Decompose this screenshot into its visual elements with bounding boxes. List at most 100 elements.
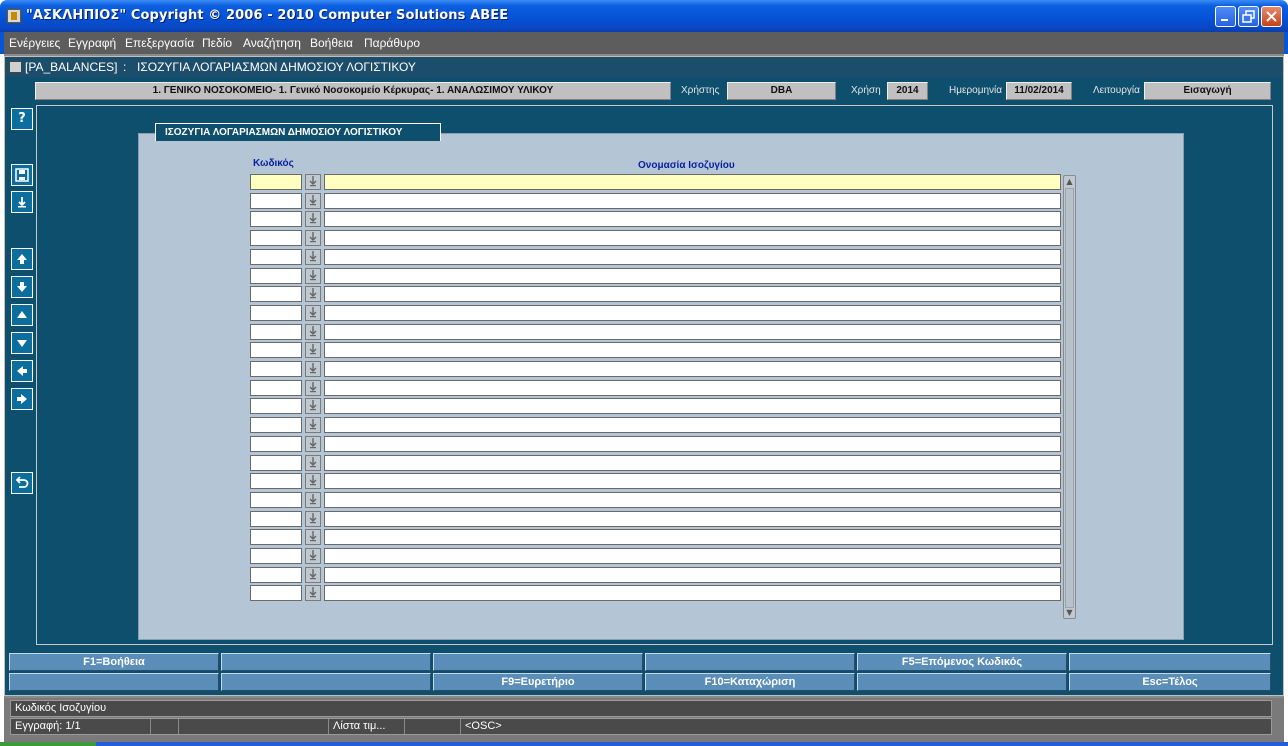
list-of-values-icon[interactable] bbox=[305, 417, 321, 433]
balance-name-input[interactable] bbox=[324, 455, 1061, 471]
code-input[interactable] bbox=[250, 211, 302, 227]
code-input[interactable] bbox=[250, 193, 302, 209]
list-of-values-icon[interactable] bbox=[305, 193, 321, 209]
list-of-values-icon[interactable] bbox=[305, 380, 321, 396]
menu-record[interactable]: Εγγραφή bbox=[68, 36, 116, 50]
code-input[interactable] bbox=[250, 529, 302, 545]
title-bar[interactable]: "ΑΣΚΛΗΠΙΟΣ" Copyright © 2006 - 2010 Comp… bbox=[0, 0, 1288, 32]
balance-name-input[interactable] bbox=[324, 380, 1061, 396]
list-of-values-icon[interactable] bbox=[305, 529, 321, 545]
code-input[interactable] bbox=[250, 342, 302, 358]
balance-name-input[interactable] bbox=[324, 417, 1061, 433]
list-of-values-icon[interactable] bbox=[305, 268, 321, 284]
balance-name-input[interactable] bbox=[324, 249, 1061, 265]
menu-help[interactable]: Βοήθεια bbox=[310, 36, 353, 50]
minimize-button[interactable] bbox=[1215, 6, 1236, 27]
list-of-values-icon[interactable] bbox=[305, 174, 321, 190]
balance-name-input[interactable] bbox=[324, 361, 1061, 377]
scrollbar-thumb[interactable] bbox=[1065, 188, 1074, 608]
code-input[interactable] bbox=[250, 548, 302, 564]
last-record-button[interactable] bbox=[11, 276, 33, 298]
balance-name-input[interactable] bbox=[324, 342, 1061, 358]
fkey-empty-5[interactable] bbox=[9, 673, 219, 691]
fkey-f10-save[interactable]: F10=Καταχώριση bbox=[645, 673, 855, 691]
form-title-bar[interactable]: [PA_BALANCES] : ΙΣΟΖΥΓΙΑ ΛΟΓΑΡΙΑΣΜΩΝ ΔΗΜ… bbox=[5, 57, 1283, 77]
list-of-values-icon[interactable] bbox=[305, 436, 321, 452]
next-record-button[interactable] bbox=[11, 332, 33, 354]
scroll-down-icon[interactable]: ▼ bbox=[1064, 607, 1075, 618]
balance-name-input[interactable] bbox=[324, 567, 1061, 583]
code-input[interactable] bbox=[250, 380, 302, 396]
download-button[interactable] bbox=[11, 191, 33, 213]
balance-name-input[interactable] bbox=[324, 324, 1061, 340]
balance-name-input[interactable] bbox=[324, 548, 1061, 564]
code-input[interactable] bbox=[250, 473, 302, 489]
code-input[interactable] bbox=[250, 567, 302, 583]
balance-name-input[interactable] bbox=[324, 585, 1061, 601]
restore-button[interactable] bbox=[1238, 6, 1259, 27]
list-of-values-icon[interactable] bbox=[305, 492, 321, 508]
list-of-values-icon[interactable] bbox=[305, 286, 321, 302]
balance-name-input[interactable] bbox=[324, 511, 1061, 527]
menu-search[interactable]: Αναζήτηση bbox=[243, 36, 301, 50]
list-of-values-icon[interactable] bbox=[305, 473, 321, 489]
list-of-values-icon[interactable] bbox=[305, 324, 321, 340]
previous-block-button[interactable] bbox=[11, 360, 33, 382]
balance-name-input[interactable] bbox=[324, 492, 1061, 508]
code-input[interactable] bbox=[250, 398, 302, 414]
code-input[interactable] bbox=[250, 492, 302, 508]
balance-name-input[interactable] bbox=[324, 398, 1061, 414]
list-of-values-icon[interactable] bbox=[305, 567, 321, 583]
exit-button[interactable] bbox=[11, 472, 33, 494]
code-input[interactable] bbox=[250, 324, 302, 340]
scroll-up-icon[interactable]: ▲ bbox=[1064, 176, 1075, 187]
menu-actions[interactable]: Ενέργειες bbox=[9, 36, 60, 50]
list-of-values-icon[interactable] bbox=[305, 455, 321, 471]
code-input[interactable] bbox=[250, 585, 302, 601]
list-of-values-icon[interactable] bbox=[305, 361, 321, 377]
code-input[interactable] bbox=[250, 174, 302, 190]
close-button[interactable] bbox=[1261, 6, 1282, 27]
fkey-esc-exit[interactable]: Esc=Τέλος bbox=[1069, 673, 1271, 691]
code-input[interactable] bbox=[250, 455, 302, 471]
fkey-f1-help[interactable]: F1=Βοήθεια bbox=[9, 653, 219, 671]
fkey-empty-7[interactable] bbox=[857, 673, 1067, 691]
first-record-button[interactable] bbox=[11, 248, 33, 270]
code-input[interactable] bbox=[250, 268, 302, 284]
previous-record-button[interactable] bbox=[11, 304, 33, 326]
code-input[interactable] bbox=[250, 305, 302, 321]
fkey-empty-3[interactable] bbox=[645, 653, 855, 671]
fkey-empty-2[interactable] bbox=[433, 653, 643, 671]
code-input[interactable] bbox=[250, 249, 302, 265]
menu-field[interactable]: Πεδίο bbox=[202, 36, 232, 50]
code-input[interactable] bbox=[250, 511, 302, 527]
code-input[interactable] bbox=[250, 230, 302, 246]
fkey-f9-index[interactable]: F9=Ευρετήριο bbox=[433, 673, 643, 691]
balance-name-input[interactable] bbox=[324, 193, 1061, 209]
list-of-values-icon[interactable] bbox=[305, 211, 321, 227]
list-of-values-icon[interactable] bbox=[305, 249, 321, 265]
help-button[interactable]: ? bbox=[11, 108, 33, 130]
vertical-scrollbar[interactable]: ▲ ▼ bbox=[1063, 175, 1076, 619]
list-of-values-icon[interactable] bbox=[305, 398, 321, 414]
fkey-empty-1[interactable] bbox=[221, 653, 431, 671]
list-of-values-icon[interactable] bbox=[305, 305, 321, 321]
balance-name-input[interactable] bbox=[324, 174, 1061, 190]
menu-window[interactable]: Παράθυρο bbox=[364, 36, 420, 50]
balance-name-input[interactable] bbox=[324, 211, 1061, 227]
fkey-empty-6[interactable] bbox=[221, 673, 431, 691]
list-of-values-icon[interactable] bbox=[305, 342, 321, 358]
save-button[interactable] bbox=[11, 164, 33, 186]
start-button[interactable] bbox=[0, 742, 96, 746]
balance-name-input[interactable] bbox=[324, 230, 1061, 246]
balance-name-input[interactable] bbox=[324, 268, 1061, 284]
code-input[interactable] bbox=[250, 286, 302, 302]
code-input[interactable] bbox=[250, 361, 302, 377]
list-of-values-icon[interactable] bbox=[305, 511, 321, 527]
balance-name-input[interactable] bbox=[324, 305, 1061, 321]
menu-edit[interactable]: Επεξεργασία bbox=[125, 36, 194, 50]
next-block-button[interactable] bbox=[11, 388, 33, 410]
balance-name-input[interactable] bbox=[324, 436, 1061, 452]
fkey-empty-4[interactable] bbox=[1069, 653, 1271, 671]
code-input[interactable] bbox=[250, 436, 302, 452]
